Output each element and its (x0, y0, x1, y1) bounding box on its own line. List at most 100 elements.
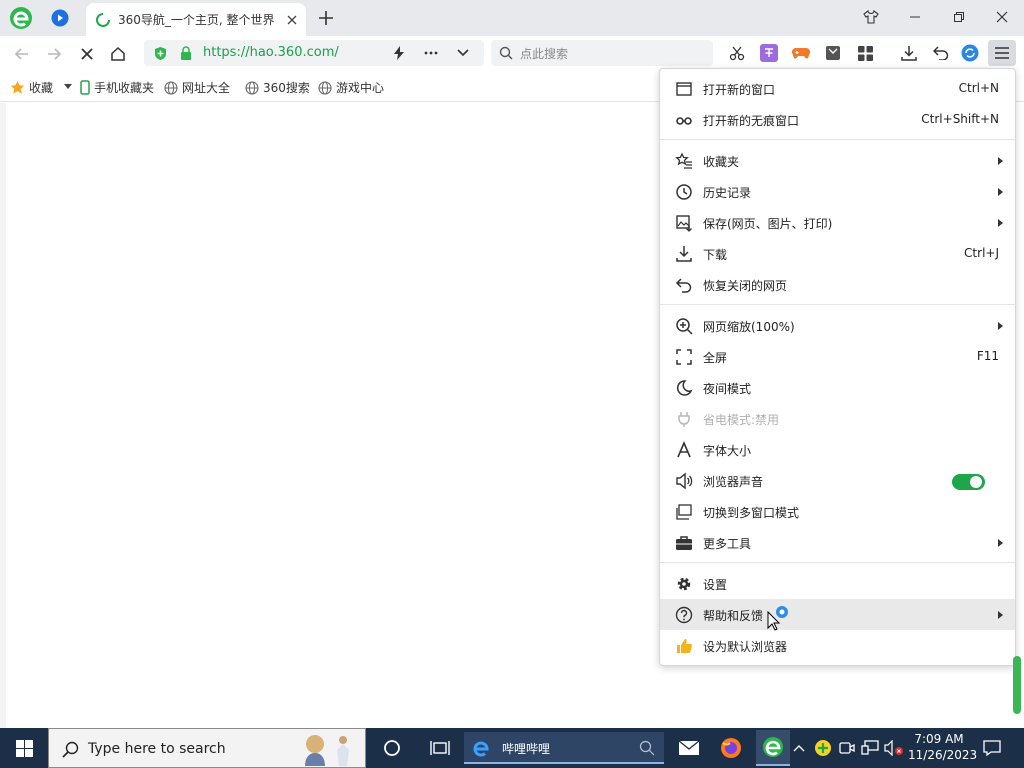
screenshot-scissors-icon[interactable] (727, 43, 747, 63)
notification-center-icon[interactable] (978, 734, 1006, 762)
menu-item-browser-sound[interactable]: 浏览器声音 (660, 465, 1015, 496)
restore-button[interactable] (948, 6, 970, 28)
lightning-mode-icon[interactable] (390, 44, 408, 62)
menu-item-label: 字体大小 (703, 444, 752, 458)
menu-item-history[interactable]: 历史记录 (660, 176, 1015, 207)
undo-icon (675, 276, 693, 294)
video-play-icon[interactable] (50, 8, 70, 28)
url-text[interactable]: https://hao.360.com/ (203, 45, 339, 60)
tab-close-icon[interactable] (286, 14, 298, 26)
minimize-button[interactable] (904, 6, 926, 28)
stop-loading-button[interactable] (77, 44, 97, 64)
chevron-down-icon[interactable] (454, 44, 472, 62)
search-box[interactable]: 点此搜索 (491, 40, 713, 66)
menu-item-label: 设为默认浏览器 (703, 640, 788, 654)
start-button[interactable] (0, 728, 48, 768)
multi-window-icon (675, 503, 693, 521)
scrollbar-thumb[interactable] (1013, 656, 1021, 714)
clock-icon (675, 183, 693, 201)
address-bar[interactable]: https://hao.360.com/ (144, 40, 484, 66)
bookmark-label: 360搜索 (263, 81, 310, 95)
new-tab-button[interactable] (316, 8, 336, 28)
undo-close-tab-icon[interactable] (931, 43, 951, 63)
submenu-arrow-icon (998, 188, 1003, 196)
menu-item-fullscreen[interactable]: 全屏 F11 (660, 341, 1015, 372)
menu-item-help-feedback[interactable]: 帮助和反馈 (660, 599, 1015, 630)
menu-item-zoom[interactable]: 网页缩放(100%) (660, 310, 1015, 341)
menu-item-multi-window[interactable]: 切换到多窗口模式 (660, 496, 1015, 527)
sync-icon[interactable] (960, 43, 980, 63)
360-browser-logo-icon[interactable] (8, 5, 34, 31)
fullscreen-icon (675, 348, 693, 366)
volume-muted-icon[interactable] (883, 737, 905, 759)
taskbar-search-box[interactable]: Type here to search (48, 728, 366, 768)
main-menu-button[interactable] (988, 40, 1016, 66)
menu-item-label: 打开新的无痕窗口 (703, 114, 800, 128)
menu-item-set-default-browser[interactable]: 设为默认浏览器 (660, 630, 1015, 661)
cortana-icon[interactable] (378, 734, 406, 762)
menu-item-new-incognito-window[interactable]: 打开新的无痕窗口 Ctrl+Shift+N (660, 104, 1015, 135)
translate-icon[interactable] (759, 43, 779, 63)
forward-button[interactable] (44, 44, 64, 64)
back-button[interactable] (12, 44, 32, 64)
menu-item-new-window[interactable]: 打开新的窗口 Ctrl+N (660, 73, 1015, 104)
search-icon (498, 45, 514, 61)
tab-active[interactable]: 360导航_一个主页, 整个世界 (86, 3, 306, 36)
globe-icon (164, 80, 178, 95)
menu-shortcut: Ctrl+Shift+N (921, 112, 999, 126)
busy-cursor-icon (766, 604, 792, 632)
skin-icon[interactable] (860, 6, 882, 28)
bookmark-label: 游戏中心 (336, 81, 385, 95)
more-dots-icon[interactable] (422, 44, 440, 62)
submenu-arrow-icon (998, 539, 1003, 547)
menu-item-favorites[interactable]: 收藏夹 (660, 145, 1015, 176)
menu-item-label: 历史记录 (703, 186, 752, 200)
phone-icon (80, 80, 90, 95)
meet-now-icon[interactable] (837, 737, 857, 759)
menu-item-settings[interactable]: 设置 (660, 568, 1015, 599)
globe-icon (245, 80, 259, 95)
task-view-icon[interactable] (426, 734, 454, 762)
menu-item-downloads[interactable]: 下载 Ctrl+J (660, 238, 1015, 269)
menu-item-label: 保存(网页、图片、打印) (703, 217, 833, 231)
globe-icon (318, 80, 332, 95)
reader-icon[interactable] (823, 43, 843, 63)
menu-item-power-saving: 省电模式:禁用 (660, 403, 1015, 434)
firefox-icon[interactable] (716, 734, 746, 762)
menu-item-restore-closed[interactable]: 恢复关闭的网页 (660, 269, 1015, 300)
menu-item-label: 浏览器声音 (703, 475, 764, 489)
menu-shortcut: F11 (976, 349, 999, 363)
system-clock[interactable]: 7:09 AM 11/26/2023 (908, 731, 977, 763)
bookmark-360-search[interactable]: 360搜索 (245, 79, 310, 96)
menu-item-font-size[interactable]: 字体大小 (660, 434, 1015, 465)
submenu-arrow-icon (998, 219, 1003, 227)
mail-icon[interactable] (674, 734, 704, 762)
taskbar: Type here to search 哔哩哔哩 7:09 AM 11/26/2… (0, 728, 1024, 768)
menu-item-label: 网页缩放(100%) (703, 320, 795, 334)
bookmark-favorites[interactable]: 收藏 (10, 79, 53, 96)
game-controller-icon[interactable] (791, 43, 811, 63)
taskbar-app-browser[interactable]: 哔哩哔哩 (464, 732, 664, 764)
bookmark-game-center[interactable]: 游戏中心 (318, 79, 384, 96)
toolbox-icon (675, 534, 693, 552)
360-security-tray-icon[interactable] (812, 737, 834, 759)
menu-item-label: 省电模式:禁用 (703, 413, 780, 427)
bookmark-site-directory[interactable]: 网址大全 (164, 79, 230, 96)
apps-grid-icon[interactable] (855, 43, 875, 63)
plug-icon (675, 410, 693, 428)
home-button[interactable] (108, 44, 128, 64)
close-window-button[interactable] (991, 6, 1013, 28)
tray-expand-chevron-icon[interactable] (790, 738, 808, 758)
ssl-lock-icon[interactable] (178, 45, 194, 61)
menu-item-save[interactable]: 保存(网页、图片、打印) (660, 207, 1015, 238)
favorites-dropdown-icon[interactable] (64, 84, 72, 89)
network-icon[interactable] (860, 737, 880, 759)
downloads-icon[interactable] (899, 43, 919, 63)
thumbs-up-icon (675, 637, 693, 655)
menu-item-night-mode[interactable]: 夜间模式 (660, 372, 1015, 403)
browser-sound-toggle[interactable] (952, 474, 985, 490)
menu-item-more-tools[interactable]: 更多工具 (660, 527, 1015, 558)
taskbar-360-browser[interactable] (756, 730, 790, 766)
security-shield-icon[interactable] (152, 45, 168, 61)
bookmark-mobile-favorites[interactable]: 手机收藏夹 (80, 79, 154, 96)
